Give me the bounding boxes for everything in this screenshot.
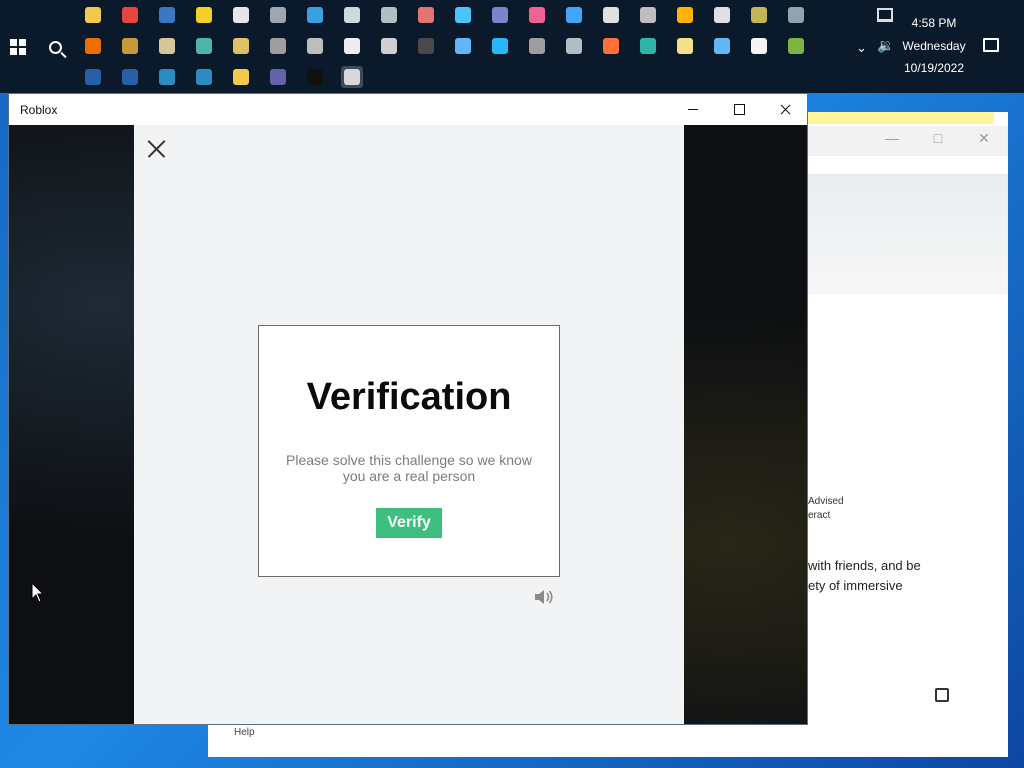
- search-files-icon[interactable]: [193, 35, 215, 57]
- clock-day[interactable]: Wednesday: [900, 39, 968, 53]
- chrome-icon[interactable]: [119, 4, 141, 26]
- notification-center-icon[interactable]: [983, 38, 999, 52]
- maximize-button[interactable]: [716, 94, 762, 125]
- device-manager-icon[interactable]: [489, 4, 511, 26]
- clipboard-icon[interactable]: [230, 35, 252, 57]
- chevron-up-icon[interactable]: ⌄: [856, 40, 867, 56]
- age-rating-line-2: eract: [808, 510, 831, 521]
- document-icon[interactable]: [711, 4, 733, 26]
- file-explorer-icon[interactable]: [82, 4, 104, 26]
- drawer-icon[interactable]: [119, 35, 141, 57]
- age-rating: Advised eract: [808, 495, 844, 523]
- edge-icon[interactable]: [637, 35, 659, 57]
- taskbar: ⌄ 🔉 4:58 PM Wednesday 10/19/2022: [0, 0, 1024, 93]
- mixed-reality-icon[interactable]: [526, 4, 548, 26]
- word-doc-icon[interactable]: [156, 35, 178, 57]
- server-icon[interactable]: [267, 35, 289, 57]
- roblox-window: Roblox Verification Please solve this ch…: [8, 93, 808, 725]
- network-icon[interactable]: [877, 8, 893, 22]
- help-link[interactable]: Help: [234, 727, 255, 738]
- window-title: Roblox: [20, 103, 58, 117]
- battery-icon[interactable]: [785, 35, 807, 57]
- roblox-icon[interactable]: [341, 66, 363, 88]
- system-icon[interactable]: [785, 4, 807, 26]
- minimize-button[interactable]: [670, 94, 716, 125]
- cortana-icon[interactable]: [489, 35, 511, 57]
- volume-icon[interactable]: 🔉: [877, 38, 894, 54]
- close-modal-icon[interactable]: [144, 137, 168, 161]
- notepad-icon[interactable]: [378, 4, 400, 26]
- control-panel-icon[interactable]: [563, 4, 585, 26]
- archive-icon[interactable]: [82, 35, 104, 57]
- snipping-tool-icon[interactable]: [341, 4, 363, 26]
- remote-desktop-icon[interactable]: [156, 4, 178, 26]
- audio-challenge-icon[interactable]: [533, 588, 555, 606]
- notes-icon[interactable]: [674, 35, 696, 57]
- printer-icon[interactable]: [637, 4, 659, 26]
- roblox-content: Verification Please solve this challenge…: [9, 125, 807, 724]
- gear-blue-icon[interactable]: [711, 35, 733, 57]
- shield-icon[interactable]: [748, 35, 770, 57]
- verify-button[interactable]: Verify: [376, 508, 442, 538]
- challenge-message: Please solve this challenge so we know y…: [286, 452, 532, 484]
- media-player-icon[interactable]: [674, 4, 696, 26]
- app-description: with friends, and be ety of immersive: [808, 558, 921, 593]
- age-rating-line-1: Advised: [808, 496, 844, 507]
- sticky-notes-icon[interactable]: [193, 4, 215, 26]
- search-button[interactable]: [38, 31, 72, 63]
- clock-time[interactable]: 4:58 PM: [900, 16, 968, 30]
- banner-strip: [808, 112, 994, 124]
- powershell-2-icon[interactable]: [119, 66, 141, 88]
- terminal-icon[interactable]: [415, 35, 437, 57]
- roblox-titlebar: Roblox: [9, 94, 807, 125]
- background-maximize-button[interactable]: □: [922, 130, 954, 152]
- paint-icon[interactable]: [415, 4, 437, 26]
- verification-modal: Verification Please solve this challenge…: [134, 125, 684, 724]
- firefox-icon[interactable]: [600, 35, 622, 57]
- cloud-icon[interactable]: [267, 4, 289, 26]
- background-close-button[interactable]: ✕: [968, 130, 1000, 152]
- teams-icon[interactable]: [267, 66, 289, 88]
- clock-date[interactable]: 10/19/2022: [900, 61, 968, 75]
- close-button[interactable]: [762, 94, 808, 125]
- share-icon[interactable]: [935, 688, 949, 702]
- tiktok-icon[interactable]: [304, 66, 326, 88]
- challenge-title: Verification: [306, 376, 512, 418]
- settings-icon[interactable]: [230, 4, 252, 26]
- microsoft-store-icon[interactable]: [230, 66, 252, 88]
- powershell-ise-icon[interactable]: [156, 66, 178, 88]
- disk-icon[interactable]: [748, 4, 770, 26]
- print-queue-icon[interactable]: [378, 35, 400, 57]
- powershell-icon[interactable]: [82, 66, 104, 88]
- calendar-icon[interactable]: [600, 4, 622, 26]
- background-minimize-button[interactable]: —: [876, 130, 908, 152]
- network-icon[interactable]: [452, 4, 474, 26]
- drive-icon[interactable]: [304, 35, 326, 57]
- challenge-box: Verification Please solve this challenge…: [258, 325, 560, 577]
- calculator-icon[interactable]: [526, 35, 548, 57]
- windows-logo-icon: [10, 39, 26, 55]
- background-hero-image: [808, 174, 1008, 294]
- search-icon: [48, 40, 62, 54]
- no-entry-icon[interactable]: [341, 35, 363, 57]
- start-button[interactable]: [0, 31, 36, 63]
- powershell-ise-2-icon[interactable]: [193, 66, 215, 88]
- camera-icon[interactable]: [563, 35, 585, 57]
- monitor-icon[interactable]: [452, 35, 474, 57]
- internet-explorer-icon[interactable]: [304, 4, 326, 26]
- mouse-cursor-icon: [31, 582, 45, 603]
